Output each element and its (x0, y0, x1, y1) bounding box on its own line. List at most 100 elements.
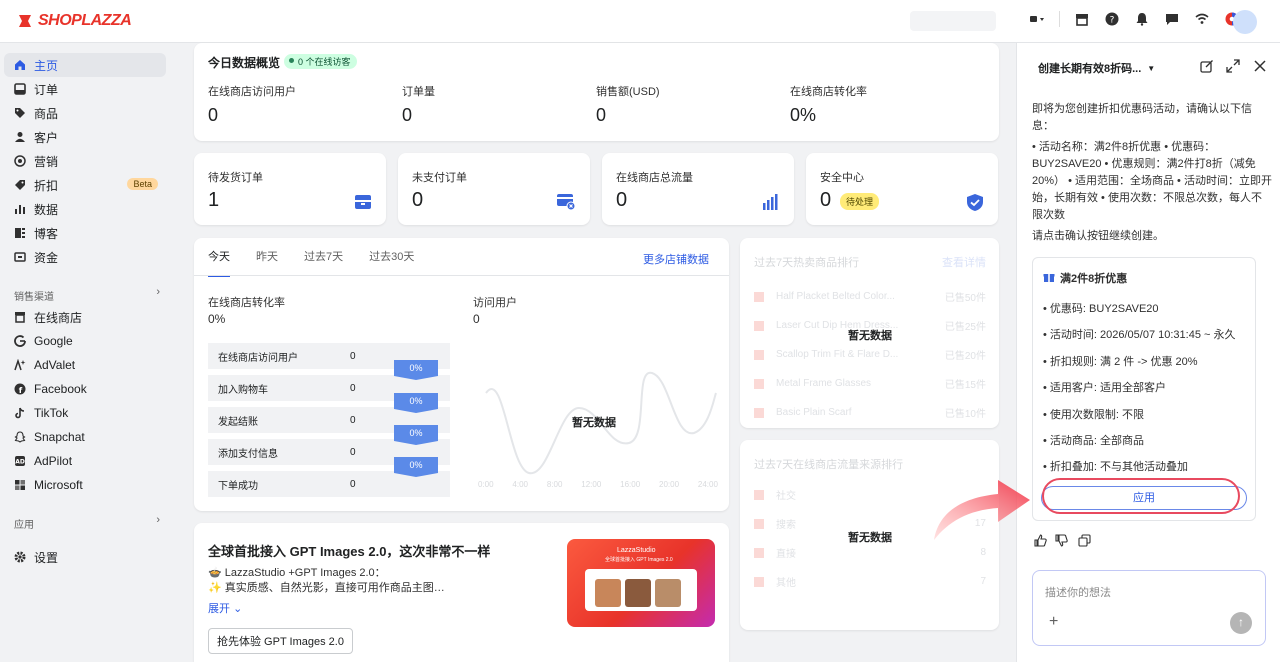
overview-title: 今日数据概览 (208, 56, 281, 70)
sidebar-item-products[interactable]: 商品 (4, 101, 166, 125)
notification-bell-icon[interactable] (1134, 11, 1150, 27)
sidebar-item-analytics[interactable]: 数据 (4, 197, 166, 221)
brand-logo[interactable]: SHOPLAZZA (16, 12, 132, 30)
help-icon[interactable]: ? (1104, 11, 1120, 27)
metric-label: 在线商店访问用户 (208, 86, 296, 98)
sidebar-item-orders[interactable]: 订单 (4, 77, 166, 101)
sidebar-item-settings[interactable]: 设置 (4, 545, 166, 569)
bar-chart-icon (763, 194, 778, 210)
store-icon[interactable] (1074, 11, 1090, 27)
metric-value: 0 (208, 105, 219, 125)
assistant-intro: 即将为您创建折扣优惠码活动，请确认以下信息： (1032, 103, 1252, 132)
main-content: 今日数据概览 0 个在线访客 在线商店访问用户 0 订单量 0 销售额(USD)… (180, 43, 1015, 662)
sidebar-item-tiktok[interactable]: TikTok (4, 401, 166, 425)
sidebar-item-label: TikTok (34, 406, 69, 420)
conversation-selector[interactable]: 创建长期有效8折码... ▼ (1038, 60, 1155, 76)
assistant-summary: • 活动名称：满2件8折优惠 • 优惠码：BUY2SAVE20 • 优惠规则：满… (1032, 141, 1272, 221)
x-tick: 24:00 (697, 480, 718, 489)
wifi-icon[interactable] (1194, 11, 1210, 27)
source-value: 7 (980, 576, 986, 587)
tab-today[interactable]: 今天 (208, 248, 230, 277)
source-name: 直接 (776, 549, 796, 560)
funnel-rate: 0% (394, 425, 438, 445)
snapchat-icon (14, 431, 26, 443)
sidebar-item-adpilot[interactable]: AD AdPilot (4, 449, 166, 473)
store-traffic-tile[interactable]: 在线商店总流量 0 (602, 153, 794, 225)
security-center-tile[interactable]: 安全中心 0 待处理 (806, 153, 998, 225)
add-attachment-icon[interactable]: + (1049, 613, 1058, 631)
store-switch-icon[interactable] (1029, 11, 1045, 27)
sidebar-item-online-store[interactable]: 在线商店 (4, 305, 166, 329)
sidebar-item-customers[interactable]: 客户 (4, 125, 166, 149)
sidebar-item-discounts[interactable]: 折扣 Beta (4, 173, 166, 197)
copy-icon[interactable] (1078, 534, 1091, 547)
tab-yesterday[interactable]: 昨天 (256, 248, 278, 277)
metric-label: 订单量 (402, 86, 435, 98)
brand-name: SHOPLAZZA (38, 12, 132, 29)
visitors-value: 0 (473, 312, 480, 326)
thumbs-down-icon[interactable] (1055, 534, 1068, 547)
tab-last-30-days[interactable]: 过去30天 (369, 248, 414, 277)
send-arrow-icon[interactable]: ↑ (1230, 612, 1252, 634)
package-icon (355, 195, 371, 209)
gear-icon (14, 551, 26, 563)
product-sales: 已售20件 (944, 351, 986, 362)
sidebar-item-blog[interactable]: 博客 (4, 221, 166, 245)
pending-badge: 待处理 (840, 193, 880, 210)
home-icon (14, 59, 26, 71)
list-item: Half Placket Belted Color... 已售50件 (754, 282, 986, 311)
x-axis-ticks: 0:00 4:00 8:00 12:00 16:00 20:00 24:00 (478, 480, 718, 489)
sidebar: 主页 订单 商品 客户 营销 折扣 Beta 数据 博客 资金 销售渠道 › 在… (0, 43, 180, 662)
try-gpt-images-button[interactable]: 抢先体验 GPT Images 2.0 (208, 628, 353, 654)
orders-icon (14, 83, 26, 95)
list-item: Scallop Trim Fit & Flare D... 已售20件 (754, 340, 986, 369)
detail-row: • 活动商品: 全部商品 (1043, 435, 1145, 447)
conversation-title: 创建长期有效8折码... (1038, 63, 1142, 75)
expand-icon[interactable] (1226, 59, 1240, 73)
shoplazza-logo-icon (19, 15, 31, 27)
tile-label: 待发货订单 (208, 172, 263, 184)
svg-text:?: ? (1110, 16, 1115, 26)
apply-highlight-ring (1042, 478, 1240, 514)
sidebar-item-facebook[interactable]: f Facebook (4, 377, 166, 401)
message-input-placeholder: 描述你的想法 (1045, 587, 1111, 599)
sidebar-item-marketing[interactable]: 营销 (4, 149, 166, 173)
close-icon[interactable] (1253, 59, 1267, 73)
sidebar-item-advalet[interactable]: AdValet (4, 353, 166, 377)
chat-icon[interactable] (1164, 11, 1180, 27)
expand-link[interactable]: 展开 ⌄ (208, 600, 242, 616)
search-bar[interactable] (910, 11, 996, 31)
avatar[interactable] (1233, 10, 1257, 34)
red-arrow-icon (934, 480, 1030, 540)
edit-icon[interactable] (1200, 59, 1214, 73)
conversion-label: 在线商店转化率 (208, 297, 285, 309)
sidebar-item-snapchat[interactable]: Snapchat (4, 425, 166, 449)
sidebar-item-home[interactable]: 主页 (4, 53, 166, 77)
sidebar-item-finance[interactable]: 资金 (4, 245, 166, 269)
unpaid-orders-tile[interactable]: 未支付订单 0 (398, 153, 590, 225)
tile-value: 0 (616, 189, 628, 211)
funnel-value: 0 (350, 350, 356, 362)
no-data-text: 暂无数据 (848, 532, 892, 544)
view-details-link[interactable]: 查看详情 (942, 254, 986, 270)
pending-shipment-tile[interactable]: 待发货订单 1 (194, 153, 386, 225)
sales-channels-label: 销售渠道 (14, 292, 54, 303)
ai-assistant-panel: 创建长期有效8折码... ▼ 即将为您创建折扣优惠码活动，请确认以下信息： • … (1016, 43, 1280, 662)
list-item: Metal Frame Glasses 已售15件 (754, 369, 986, 398)
promo-banner[interactable]: LazzaStudio 全球首批接入 GPT Images 2.0 (567, 539, 715, 627)
chevron-right-icon[interactable]: › (156, 286, 160, 298)
divider (1059, 11, 1060, 27)
message-input-box[interactable]: 描述你的想法 + ↑ (1032, 570, 1266, 646)
x-tick: 16:00 (620, 480, 641, 489)
sidebar-item-google[interactable]: Google (4, 329, 166, 353)
sidebar-item-microsoft[interactable]: Microsoft (4, 473, 166, 497)
funnel-value: 0 (350, 382, 356, 394)
detail-text: 折扣叠加: 不与其他活动叠加 (1049, 461, 1189, 473)
chevron-right-icon[interactable]: › (156, 514, 160, 526)
more-store-data-link[interactable]: 更多店铺数据 (643, 251, 709, 267)
caret-down-icon: ▼ (1147, 63, 1156, 73)
discount-title: 满2件8折优惠 (1060, 273, 1128, 285)
sidebar-item-label: 资金 (34, 250, 59, 265)
tab-last-7-days[interactable]: 过去7天 (304, 248, 343, 277)
traffic-sources-title: 过去7天在线商店流量来源排行 (754, 459, 904, 471)
